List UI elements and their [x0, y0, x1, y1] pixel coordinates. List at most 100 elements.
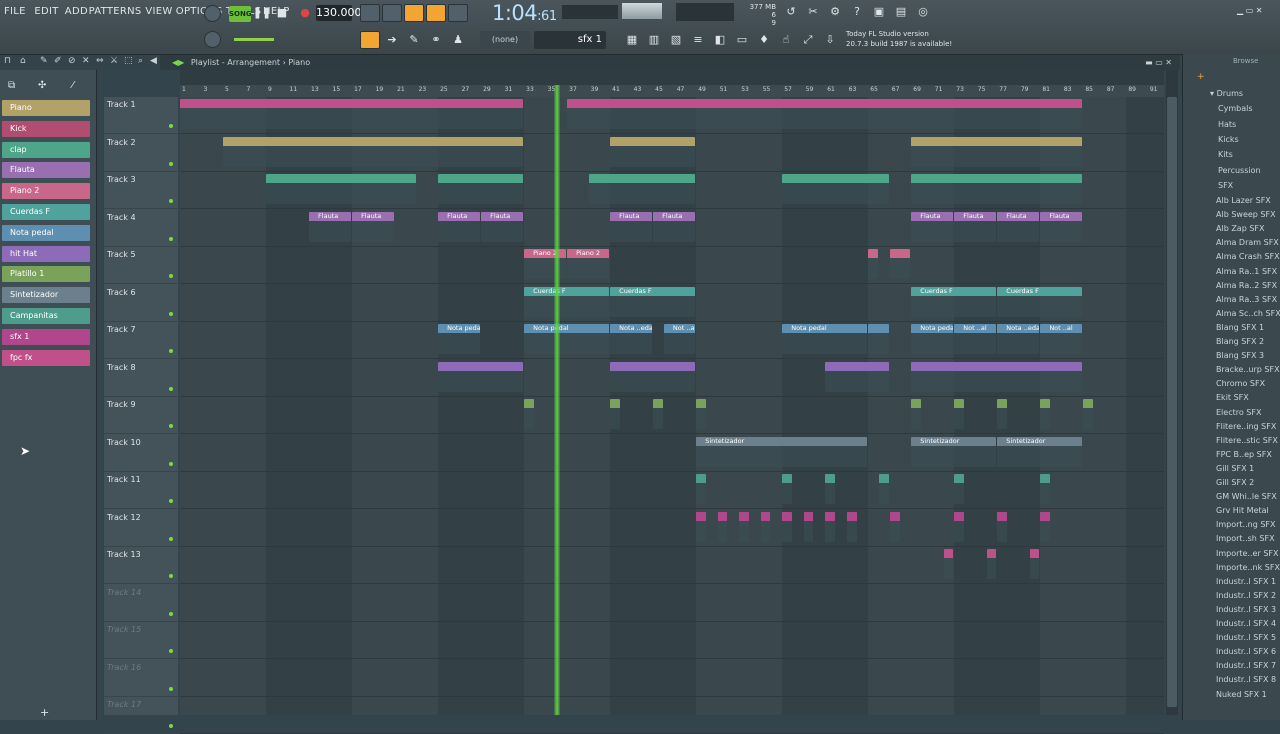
pattern-clip[interactable] [868, 324, 889, 354]
pattern-clip[interactable] [911, 361, 1083, 392]
pattern-clip[interactable]: Flauta [438, 211, 481, 242]
browser-item[interactable]: Gill SFX 1 [1216, 464, 1254, 473]
browser-folder[interactable]: Hats [1218, 120, 1236, 129]
pattern-clip[interactable]: Sintetizador [696, 436, 868, 467]
pattern-clip[interactable] [610, 361, 696, 392]
snap-button[interactable] [360, 31, 380, 49]
pattern-clip[interactable] [1029, 549, 1040, 579]
track-header-1[interactable]: Track 1 [104, 97, 178, 134]
browser-folder[interactable]: Kicks [1218, 135, 1239, 144]
playhead[interactable] [554, 85, 560, 715]
browser-item[interactable]: Import..ng SFX [1216, 520, 1276, 529]
browser-item[interactable]: Nuked SFX 1 [1216, 690, 1267, 699]
browser-item[interactable]: Chromo SFX [1216, 379, 1265, 388]
loop-record-button[interactable] [448, 4, 468, 22]
playlist-window-controls[interactable]: ▬ ▭ ✕ [1145, 55, 1172, 70]
pattern-clip[interactable] [1040, 511, 1051, 542]
track-lane-15[interactable] [180, 622, 1164, 659]
pattern-clip[interactable] [803, 511, 814, 542]
pattern-clip[interactable]: Flauta [481, 211, 524, 242]
record-icon[interactable]: ● [295, 4, 315, 22]
pattern-clip[interactable] [889, 511, 900, 542]
pattern-clip[interactable]: Sintetizador [911, 436, 997, 467]
pattern-clip[interactable] [739, 511, 749, 542]
pattern-clip[interactable] [954, 511, 965, 542]
pattern-clip[interactable] [943, 549, 954, 579]
clip-6[interactable]: Nota pedal [2, 224, 90, 241]
browser-item[interactable]: Import..sh SFX [1216, 534, 1275, 543]
mixer-icon[interactable]: ▤ [891, 3, 911, 21]
song-mode-button[interactable]: SONG [229, 6, 252, 22]
track-led-icon[interactable] [169, 724, 173, 728]
browser-item[interactable]: Alma Dram SFX [1216, 238, 1279, 247]
snap-icon[interactable]: ⌂ [20, 56, 26, 66]
track-header-7[interactable]: Track 7 [104, 322, 178, 359]
browser-item[interactable]: Alma Sc..ch SFX [1216, 309, 1280, 318]
speaker-icon[interactable]: ◀ [150, 56, 157, 66]
track-header-3[interactable]: Track 3 [104, 172, 178, 209]
pattern-clip[interactable] [911, 136, 1083, 167]
browser-item[interactable]: Importe..er SFX [1216, 549, 1278, 558]
pattern-clip[interactable] [696, 399, 706, 429]
browser-item[interactable]: Industr..l SFX 3 [1216, 605, 1276, 614]
track-header-17[interactable]: Track 17 [104, 697, 178, 734]
track-led-icon[interactable] [169, 274, 173, 278]
master-pitch-knob[interactable] [204, 31, 221, 48]
pattern-clip[interactable] [1040, 399, 1051, 429]
pattern-clip[interactable]: Piano 2 [567, 249, 610, 279]
clip-9[interactable]: Sintetizador [2, 287, 90, 304]
track-header-5[interactable]: Track 5 [104, 247, 178, 284]
track-header-13[interactable]: Track 13 [104, 547, 178, 584]
pattern-clip[interactable]: Flauta [309, 211, 352, 242]
vertical-scrollbar-thumb[interactable] [1167, 97, 1177, 707]
metronome-button[interactable] [360, 4, 380, 22]
pattern-clip[interactable] [438, 174, 524, 204]
pattern-clip[interactable] [997, 511, 1008, 542]
track-led-icon[interactable] [169, 536, 173, 541]
slip-icon[interactable]: ⇔ [96, 56, 104, 66]
pattern-clip[interactable] [266, 174, 416, 204]
pattern-clip[interactable]: Flauta [610, 211, 653, 242]
countdown-button[interactable] [404, 4, 424, 22]
browser-folder[interactable]: Kits [1218, 150, 1233, 159]
pattern-clip[interactable]: Flauta [352, 211, 395, 242]
browser-item[interactable]: GM Whi..le SFX [1216, 492, 1277, 501]
track-led-icon[interactable] [169, 424, 173, 428]
pattern-clip[interactable] [986, 549, 997, 579]
pattern-clip[interactable] [610, 136, 696, 167]
track-led-icon[interactable] [169, 461, 173, 466]
track-header-11[interactable]: Track 11 [104, 472, 178, 509]
tempo-display[interactable]: 130.000 [316, 5, 362, 21]
browser-item[interactable]: Grv Hit Metal [1216, 506, 1269, 515]
browser-icon[interactable]: ◧ [710, 31, 730, 49]
browser-folder[interactable]: SFX [1218, 181, 1233, 190]
clip-0[interactable]: Piano [2, 100, 90, 116]
track-lane-13[interactable] [180, 547, 1164, 584]
download-icon[interactable]: ⇩ [820, 31, 840, 49]
track-header-8[interactable]: Track 8 [104, 360, 178, 397]
browser-item[interactable]: Blang SFX 3 [1216, 351, 1264, 360]
track-led-icon[interactable] [169, 349, 173, 353]
pattern-clip[interactable] [588, 174, 696, 204]
menu-add[interactable]: ADD [65, 6, 88, 17]
track-led-icon[interactable] [169, 649, 173, 653]
track-header-15[interactable]: Track 15 [104, 622, 178, 659]
pattern-clip[interactable] [760, 511, 771, 542]
add-clip-icon[interactable]: + [40, 706, 49, 719]
track-header-6[interactable]: Track 6 [104, 285, 178, 322]
pattern-clip[interactable] [911, 399, 922, 429]
browser-item[interactable]: Industr..l SFX 4 [1216, 619, 1276, 628]
track-lane-5[interactable] [180, 247, 1164, 284]
track-led-icon[interactable] [169, 386, 173, 391]
project-icon[interactable]: ▭ [732, 31, 752, 49]
track-header-9[interactable]: Track 9 [104, 397, 178, 434]
browser-item[interactable]: FPC B..ep SFX [1216, 450, 1272, 459]
menu-view[interactable]: VIEW [145, 6, 172, 17]
browser-item[interactable]: Blang SFX 1 [1216, 323, 1264, 332]
zoom-icon[interactable]: ⌕ [138, 56, 143, 66]
touch-icon[interactable]: ☝ [776, 31, 796, 49]
chat-icon[interactable]: ◎ [913, 3, 933, 21]
channel-rack-icon[interactable]: ▧ [666, 31, 686, 49]
clip-8[interactable]: Platillo 1 [2, 266, 90, 283]
pattern-clip[interactable]: Not ..al [1040, 324, 1083, 354]
